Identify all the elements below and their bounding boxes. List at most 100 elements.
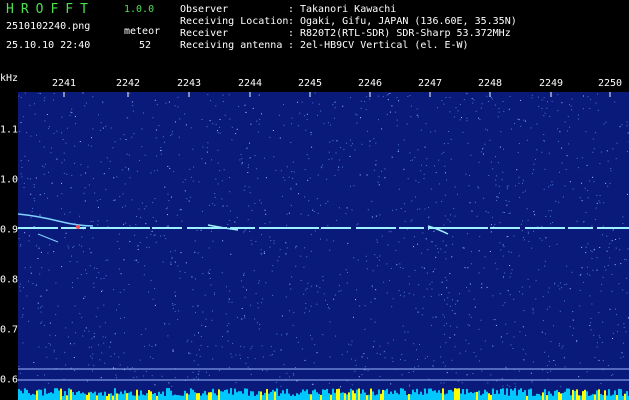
noise-speck [240,358,241,360]
noise-speck [599,163,601,165]
noise-speck [160,153,162,155]
noise-speck [463,99,465,101]
noise-speck [67,336,69,338]
noise-speck [92,178,94,180]
noise-speck [118,303,120,305]
noise-speck [46,356,48,358]
noise-speck [583,95,584,97]
noise-speck [417,114,419,116]
level-bar-segment [230,388,232,400]
noise-speck [360,100,362,102]
level-bar-segment [50,392,52,400]
noise-speck [305,303,307,304]
noise-speck [201,158,203,160]
noise-speck [293,373,294,375]
noise-speck [228,298,230,300]
noise-speck [69,261,71,263]
noise-speck [69,211,71,213]
noise-speck [578,167,580,169]
noise-speck [248,164,249,166]
noise-speck [546,107,548,109]
noise-speck [585,131,587,133]
level-bar-segment [436,392,438,400]
spectrogram [18,92,629,400]
noise-speck [85,269,86,271]
level-bar-segment [72,392,74,400]
noise-speck [56,130,58,132]
noise-speck [184,179,186,181]
noise-speck [464,267,466,269]
noise-speck [57,305,59,307]
level-bar-segment [502,388,504,400]
noise-speck [480,107,482,109]
noise-speck [422,232,424,234]
noise-speck [544,112,546,114]
noise-speck [541,225,543,227]
noise-speck [290,288,292,290]
noise-speck [542,296,544,298]
noise-speck [586,371,588,373]
noise-speck [389,111,391,113]
noise-speck [155,344,157,346]
level-bar-segment [562,393,564,400]
noise-speck [41,267,43,269]
noise-speck [389,92,391,94]
noise-speck [49,334,51,336]
noise-speck [46,114,48,115]
level-bar-segment [36,390,38,400]
noise-speck [179,277,181,279]
noise-speck [387,342,389,344]
noise-speck [425,123,427,125]
noise-speck [619,238,621,239]
noise-speck [172,350,174,352]
noise-speck [168,323,170,325]
noise-speck [612,229,614,231]
level-bar-segment [532,395,534,400]
noise-speck [600,383,602,384]
noise-speck [327,200,329,202]
noise-speck [461,117,462,119]
noise-speck [555,200,557,202]
noise-speck [244,185,246,187]
noise-speck [197,305,199,307]
noise-speck [525,334,526,336]
level-bar-segment [206,394,208,400]
level-bar-segment [568,388,570,400]
noise-speck [532,173,533,175]
noise-speck [71,321,73,323]
noise-speck [366,260,368,262]
level-bar-segment [418,394,420,400]
noise-speck [404,339,406,341]
noise-speck [495,156,496,158]
noise-speck [355,364,357,366]
noise-speck [446,287,448,289]
noise-speck [103,304,105,306]
level-bar-segment [310,394,312,400]
noise-speck [240,345,242,347]
noise-speck [457,110,459,112]
level-bar-segment [268,393,270,400]
noise-speck [585,246,587,248]
noise-speck [612,373,614,375]
noise-speck [431,241,433,243]
noise-speck [192,148,194,150]
noise-speck [29,235,31,237]
noise-speck [162,261,164,263]
noise-speck [132,104,134,106]
noise-speck [391,105,393,107]
noise-speck [124,332,125,334]
noise-speck [494,319,496,320]
noise-speck [379,375,381,377]
noise-speck [123,352,125,354]
level-bar-segment [590,395,592,400]
noise-speck [148,291,150,293]
noise-speck [359,305,361,307]
noise-speck [373,340,375,342]
noise-speck [65,327,67,329]
noise-speck [123,223,125,225]
noise-speck [167,225,169,227]
noise-speck [35,245,37,247]
noise-speck [589,295,591,297]
noise-speck [449,111,451,113]
noise-speck [564,284,566,285]
